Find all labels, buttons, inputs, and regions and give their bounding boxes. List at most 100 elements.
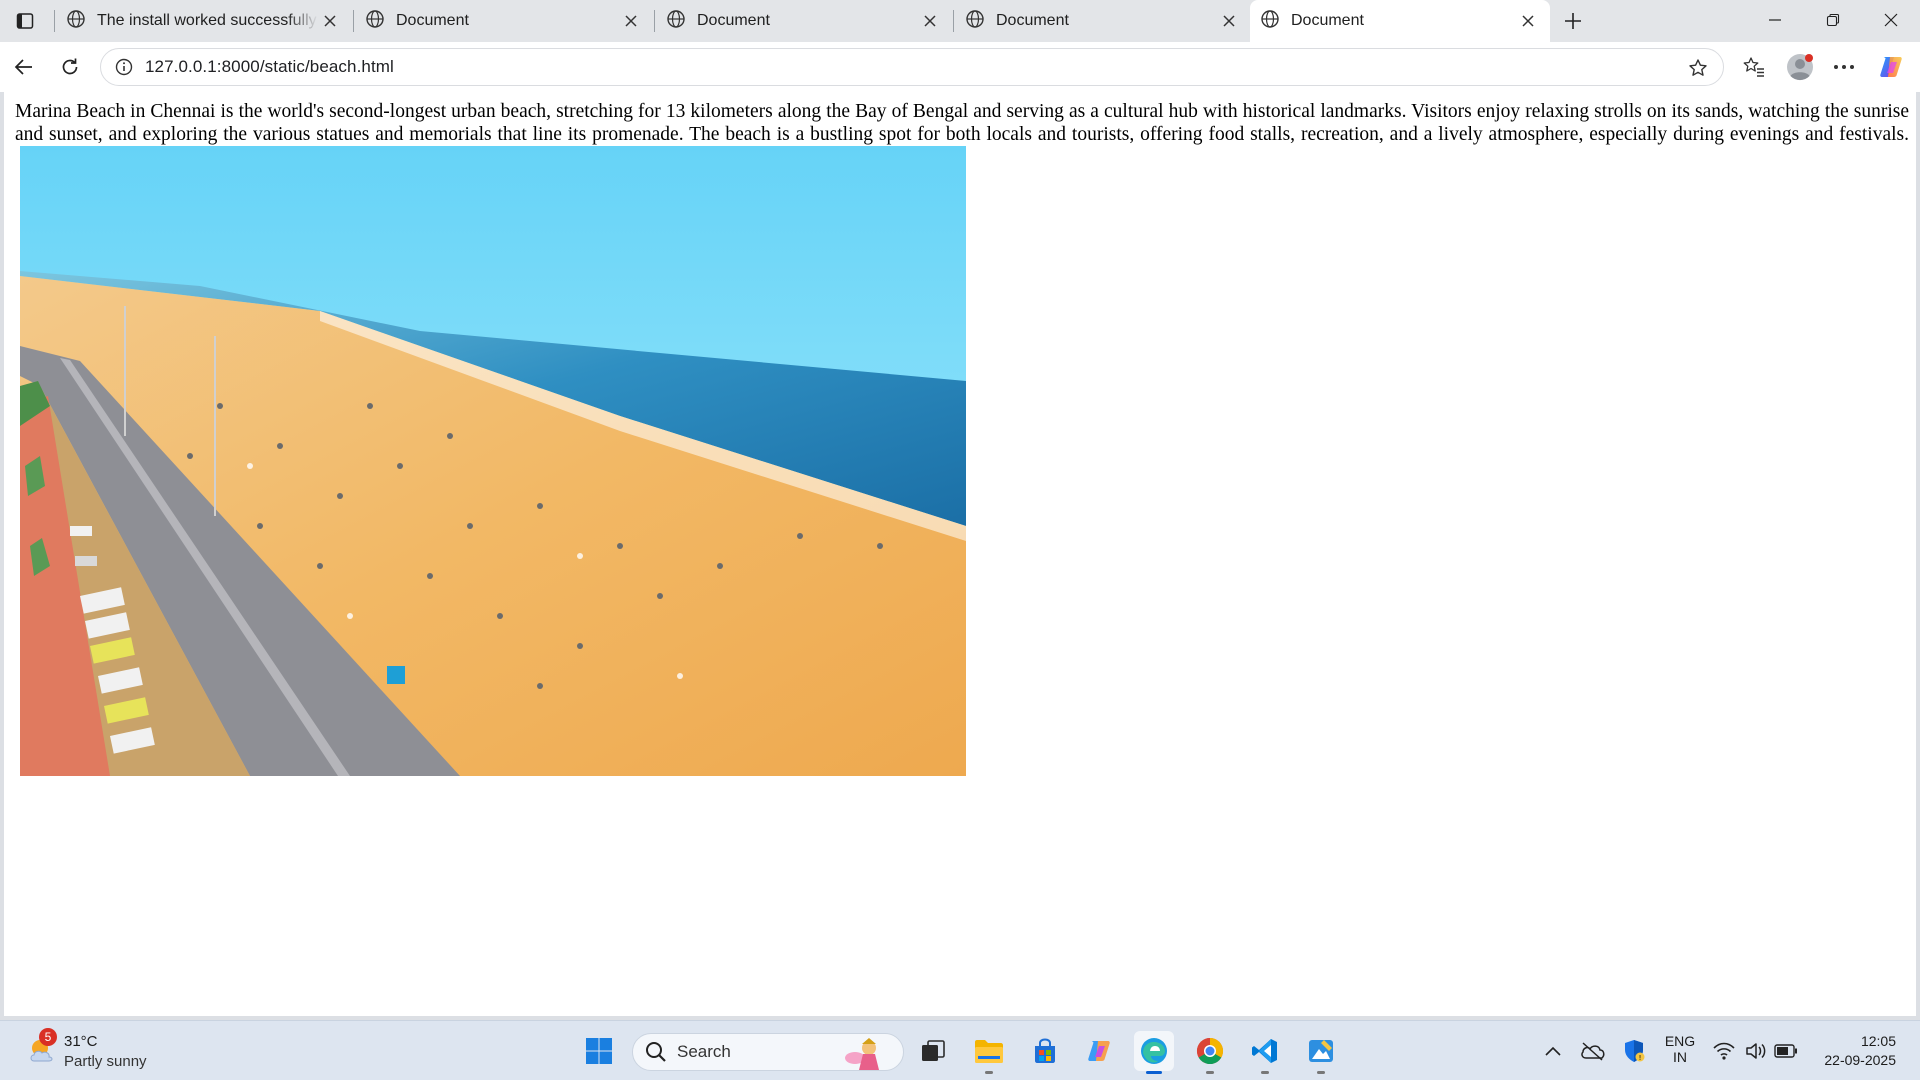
language-region: IN xyxy=(1673,1049,1687,1065)
close-tab-icon[interactable] xyxy=(1516,9,1540,33)
globe-icon xyxy=(66,9,86,34)
tab-separator xyxy=(54,10,55,32)
tab-title: Document xyxy=(996,12,1069,29)
close-tab-icon[interactable] xyxy=(318,9,342,33)
weather-widget[interactable]: 5 31°C Partly sunny xyxy=(24,1028,184,1073)
search-label: Search xyxy=(677,1042,731,1061)
tab-document-1[interactable]: Document xyxy=(355,0,653,42)
paint-icon xyxy=(1309,1040,1333,1062)
weather-temp: 31°C xyxy=(64,1033,98,1050)
running-indicator xyxy=(985,1071,993,1074)
close-tab-icon[interactable] xyxy=(918,9,942,33)
tab-separator xyxy=(953,10,954,32)
running-indicator xyxy=(1206,1071,1214,1074)
running-indicator xyxy=(1317,1071,1325,1074)
vscode-icon xyxy=(1252,1039,1277,1063)
clock[interactable]: 12:05 22-09-2025 xyxy=(1808,1033,1908,1068)
language-code: ENG xyxy=(1664,1033,1696,1049)
search-highlight-icon xyxy=(845,1038,879,1070)
more-dots-icon xyxy=(1834,65,1854,69)
chrome-button[interactable] xyxy=(1190,1031,1230,1074)
store-icon xyxy=(1035,1038,1055,1063)
tab-strip: The install worked successfully! Congrat… xyxy=(0,0,1920,42)
restore-icon xyxy=(1826,13,1840,27)
task-view-icon xyxy=(922,1040,945,1061)
wifi-button[interactable] xyxy=(1706,1031,1742,1071)
restore-button[interactable] xyxy=(1804,0,1862,40)
page-content: Marina Beach in Chennai is the world's s… xyxy=(15,100,1909,776)
shield-icon: ! xyxy=(1625,1040,1645,1062)
close-window-button[interactable] xyxy=(1862,0,1920,40)
plus-icon xyxy=(1565,13,1581,29)
tab-document-3[interactable]: Document xyxy=(955,0,1251,42)
new-tab-button[interactable] xyxy=(1558,6,1588,36)
chrome-icon xyxy=(1196,1037,1224,1065)
favorites-button[interactable] xyxy=(1738,51,1770,83)
store-button[interactable] xyxy=(1025,1031,1065,1071)
file-explorer-button[interactable] xyxy=(969,1031,1009,1074)
battery-icon xyxy=(1774,1044,1797,1058)
tab-separator xyxy=(353,10,354,32)
close-tab-icon[interactable] xyxy=(1217,9,1241,33)
battery-button[interactable] xyxy=(1768,1031,1804,1071)
chevron-up-icon xyxy=(1545,1046,1561,1056)
edge-icon xyxy=(1141,1038,1167,1064)
tab-title: Document xyxy=(1291,12,1364,29)
start-button[interactable] xyxy=(579,1031,619,1071)
minimize-icon xyxy=(1769,19,1781,21)
weather-badge: 5 xyxy=(39,1028,57,1046)
more-menu-button[interactable] xyxy=(1828,51,1860,83)
copilot-icon xyxy=(1088,1041,1110,1061)
close-icon xyxy=(1884,13,1898,27)
search-icon xyxy=(646,1042,666,1062)
weather-condition: Partly sunny xyxy=(64,1053,147,1070)
taskbar-search[interactable]: Search xyxy=(632,1033,904,1071)
vscode-button[interactable] xyxy=(1245,1031,1285,1074)
site-info-icon[interactable] xyxy=(109,52,139,82)
back-button[interactable] xyxy=(8,51,40,83)
beach-image xyxy=(20,146,966,776)
globe-icon xyxy=(666,9,686,34)
close-tab-icon[interactable] xyxy=(619,9,643,33)
running-indicator xyxy=(1261,1071,1269,1074)
svg-text:!: ! xyxy=(1639,1054,1642,1062)
back-arrow-icon xyxy=(14,59,32,75)
windows-taskbar: 5 31°C Partly sunny Search ! ENG IN 12:0… xyxy=(0,1020,1920,1080)
edge-browser-button[interactable] xyxy=(1134,1031,1174,1074)
refresh-button[interactable] xyxy=(54,51,86,83)
tab-title: The install worked successfully! Congrat… xyxy=(97,12,318,29)
globe-icon xyxy=(965,9,985,34)
wifi-icon xyxy=(1713,1042,1735,1060)
beach-paragraph: Marina Beach in Chennai is the world's s… xyxy=(15,101,1909,145)
paint-app-button[interactable] xyxy=(1301,1031,1341,1074)
show-hidden-icons-button[interactable] xyxy=(1533,1031,1573,1071)
favorites-list-icon xyxy=(1743,57,1764,77)
favorite-star-icon[interactable] xyxy=(1683,53,1713,83)
task-view-button[interactable] xyxy=(913,1031,953,1071)
copilot-button[interactable] xyxy=(1876,51,1908,83)
cloud-offline-icon xyxy=(1581,1042,1605,1061)
address-bar[interactable]: 127.0.0.1:8000/static/beach.html xyxy=(100,48,1724,86)
running-indicator xyxy=(1146,1071,1162,1074)
tab-document-2[interactable]: Document xyxy=(656,0,952,42)
avatar xyxy=(1787,54,1813,81)
page-viewport: Marina Beach in Chennai is the world's s… xyxy=(4,92,1916,1016)
language-indicator[interactable]: ENG IN xyxy=(1660,1033,1700,1065)
folder-icon xyxy=(975,1040,1003,1063)
windows-logo-icon xyxy=(586,1038,612,1064)
globe-icon xyxy=(1260,9,1280,34)
tab-actions-menu-icon[interactable] xyxy=(8,6,42,36)
browser-toolbar: 127.0.0.1:8000/static/beach.html xyxy=(0,42,1920,92)
tab-separator xyxy=(654,10,655,32)
tab-title: Document xyxy=(396,12,469,29)
tab-install-worked[interactable]: The install worked successfully! Congrat… xyxy=(56,0,352,42)
profile-button[interactable] xyxy=(1784,51,1816,83)
tab-document-active[interactable]: Document xyxy=(1250,0,1550,42)
minimize-button[interactable] xyxy=(1746,0,1804,40)
onedrive-button[interactable] xyxy=(1573,1031,1613,1071)
copilot-app-button[interactable] xyxy=(1080,1031,1120,1071)
security-button[interactable]: ! xyxy=(1614,1031,1654,1071)
copilot-icon xyxy=(1880,57,1902,77)
address-url[interactable]: 127.0.0.1:8000/static/beach.html xyxy=(145,57,394,77)
speaker-icon xyxy=(1746,1043,1766,1059)
